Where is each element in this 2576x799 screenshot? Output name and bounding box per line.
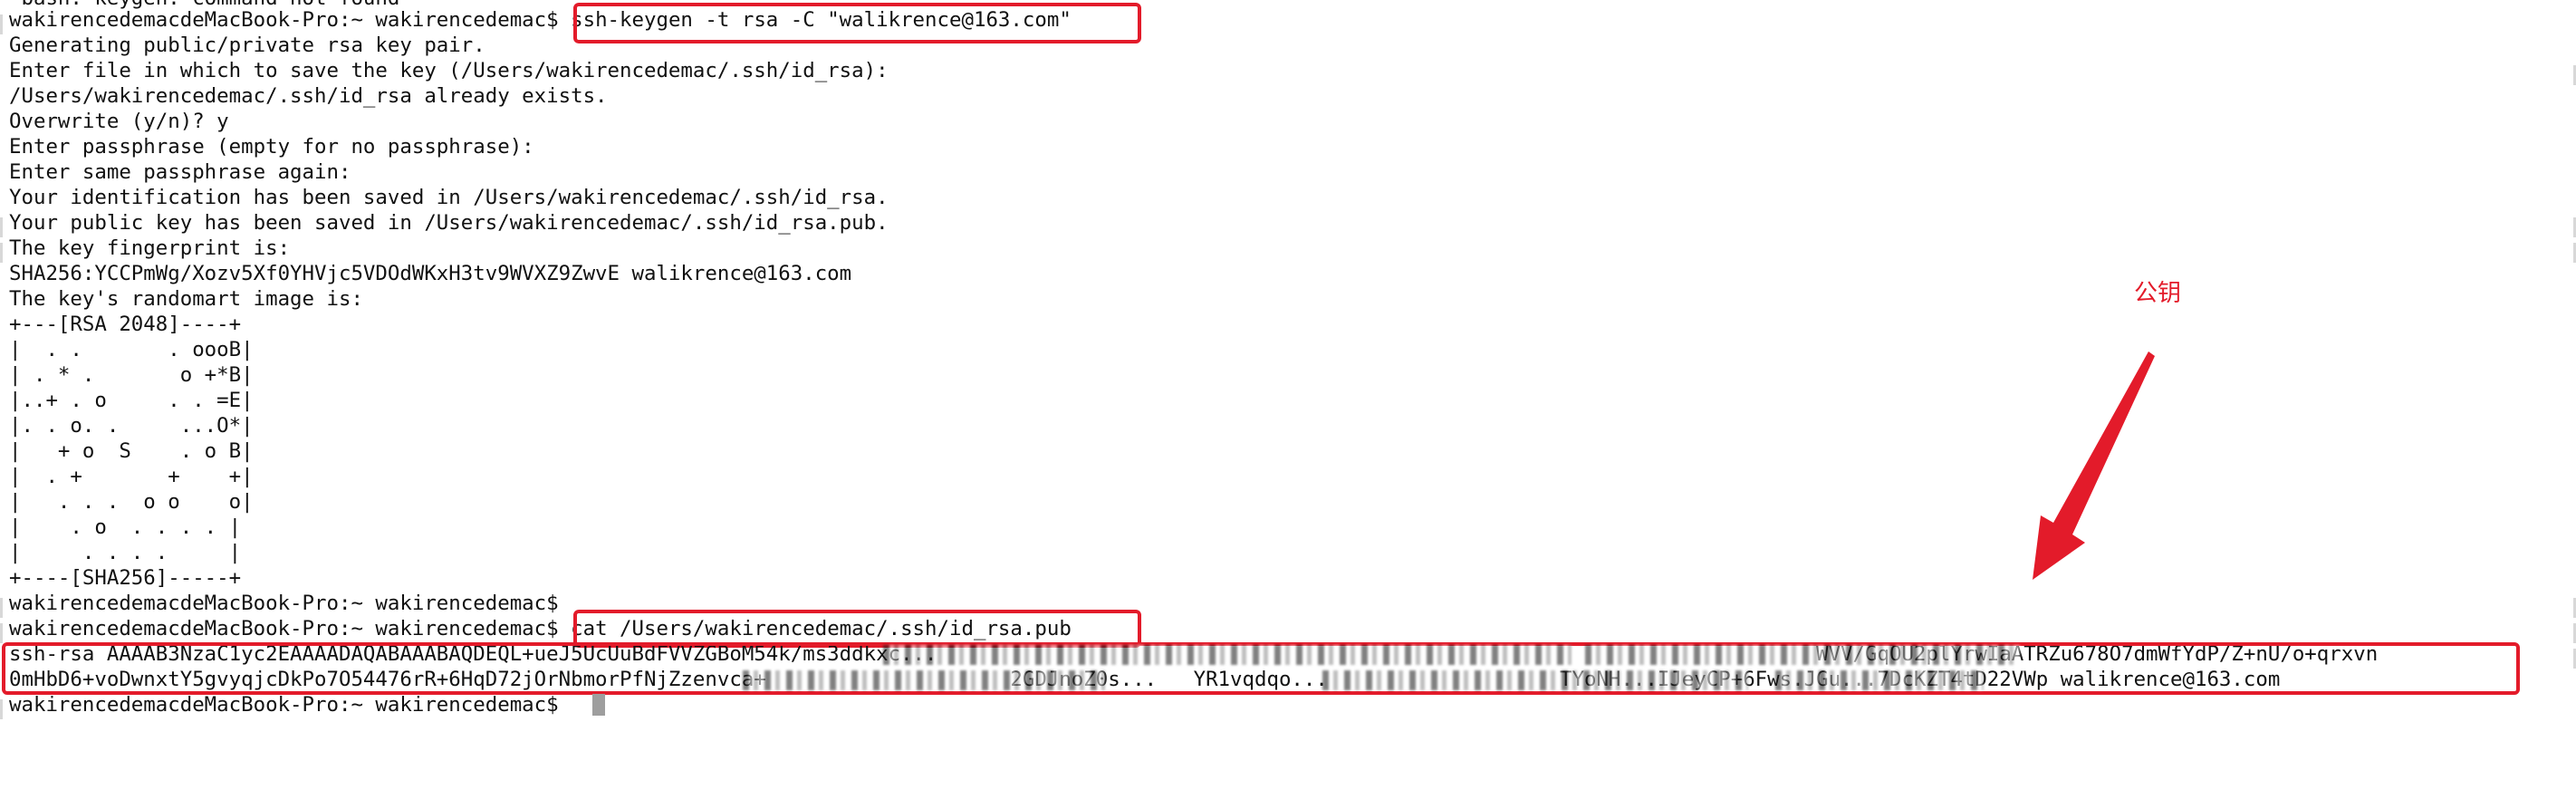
line-marker: [0, 623, 3, 643]
randomart-line: | . o . . . . |: [9, 515, 242, 539]
output-line-6: Enter same passphrase again:: [9, 160, 351, 184]
text-cursor: [592, 694, 605, 716]
output-line-3: /Users/wakirencedemac/.ssh/id_rsa alread…: [9, 84, 608, 108]
blank-prompt-line: wakirencedemacdeMacBook-Pro:~ wakirenced…: [9, 592, 559, 615]
randomart-line: +---[RSA 2048]----+: [9, 313, 242, 336]
line-marker: [0, 699, 3, 719]
randomart-line: | + o S . o B|: [9, 439, 254, 463]
randomart-line: +----[SHA256]-----+: [9, 566, 242, 590]
fingerprint-line: SHA256:YCCPmWg/Xozv5Xf0YHVjc5VDOdWKxH3tv…: [9, 262, 852, 285]
redacted-region: [883, 645, 1572, 665]
highlight-ssh-keygen-command: [573, 3, 1141, 43]
redacted-region: [1585, 645, 2020, 665]
output-line-11: The key's randomart image is:: [9, 287, 363, 311]
redacted-region: [1775, 670, 1984, 690]
output-line-2: Enter file in which to save the key (/Us…: [9, 59, 889, 82]
randomart-line: |..+ . o . . =E|: [9, 389, 254, 412]
randomart-line: | . + + +|: [9, 465, 254, 488]
line-marker: [0, 217, 3, 237]
line-marker: [0, 243, 3, 263]
public-key-annotation-label: 公钥: [2134, 280, 2182, 307]
line-marker: [0, 14, 3, 34]
prompt: wakirencedemacdeMacBook-Pro:~ wakirenced…: [9, 617, 572, 640]
output-line-1: Generating public/private rsa key pair.: [9, 34, 485, 57]
randomart-line: | . . . oooB|: [9, 338, 254, 361]
redacted-region: [1322, 670, 1748, 690]
prompt: wakirencedemacdeMacBook-Pro:~ wakirenced…: [9, 8, 572, 32]
redacted-region: [743, 670, 1105, 690]
randomart-line: | . . . . |: [9, 541, 242, 564]
line-marker: [0, 598, 3, 618]
terminal-window[interactable]: -bash: keygen: command not found wakiren…: [0, 0, 2576, 799]
randomart-line: | . . . o o o|: [9, 490, 254, 514]
final-prompt-line[interactable]: wakirencedemacdeMacBook-Pro:~ wakirenced…: [9, 692, 571, 717]
output-line-9: The key fingerprint is:: [9, 236, 291, 260]
output-line-5: Enter passphrase (empty for no passphras…: [9, 135, 534, 159]
output-line-7: Your identification has been saved in /U…: [9, 186, 889, 209]
randomart-line: | . * . o +*B|: [9, 363, 254, 387]
output-line-4: Overwrite (y/n)? y: [9, 110, 229, 133]
randomart-line: |. . o. . ...O*|: [9, 414, 254, 438]
output-line-8: Your public key has been saved in /Users…: [9, 211, 889, 235]
